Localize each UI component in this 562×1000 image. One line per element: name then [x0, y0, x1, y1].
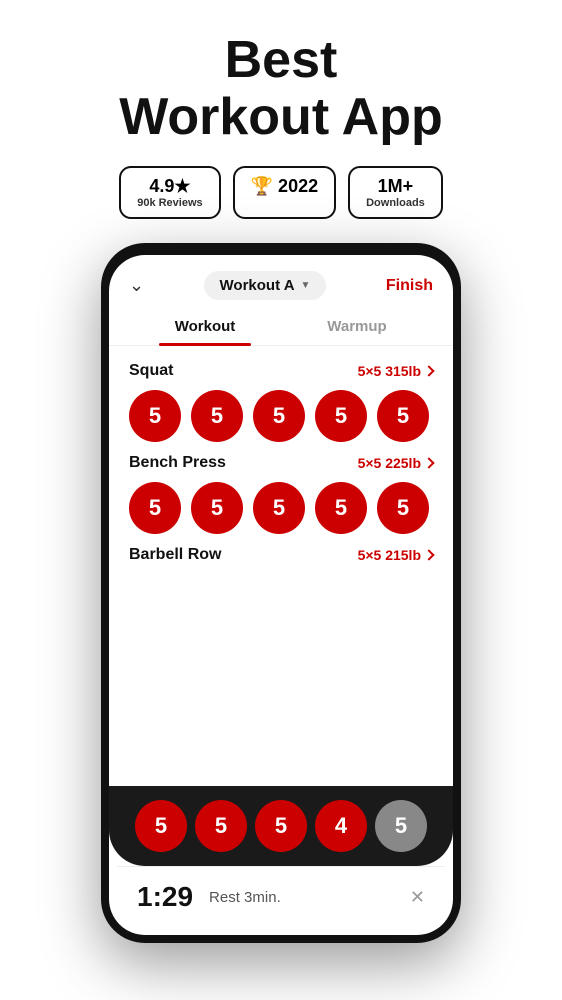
barbell-set-2[interactable]: 5	[195, 800, 247, 852]
phone-mockup: ⌄ Workout A ▼ Finish Workout Warmup	[101, 243, 461, 943]
tab-warmup[interactable]: Warmup	[281, 308, 433, 345]
barbell-name: Barbell Row	[129, 546, 221, 564]
exercise-squat: Squat 5×5 315lb 5 5 5 5 5	[109, 362, 453, 454]
bench-set-1[interactable]: 5	[129, 482, 181, 534]
tab-workout[interactable]: Workout	[129, 308, 281, 345]
rating-sub: 90k Reviews	[137, 197, 202, 209]
rest-close-button[interactable]: ✕	[410, 887, 425, 908]
bench-set-3[interactable]: 5	[253, 482, 305, 534]
tabs-row: Workout Warmup	[109, 308, 453, 346]
workout-selector[interactable]: Workout A ▼	[204, 271, 327, 300]
squat-set-5[interactable]: 5	[377, 390, 429, 442]
barbell-set-1[interactable]: 5	[135, 800, 187, 852]
squat-set-2[interactable]: 5	[191, 390, 243, 442]
bench-set-5[interactable]: 5	[377, 482, 429, 534]
rating-badge: 4.9★ 90k Reviews	[119, 166, 220, 219]
workout-name: Workout A	[220, 277, 295, 294]
barbell-set-4[interactable]: 4	[315, 800, 367, 852]
bench-header: Bench Press 5×5 225lb	[129, 454, 433, 472]
barbell-arrow-icon	[423, 550, 434, 561]
app-top-bar: ⌄ Workout A ▼ Finish	[109, 255, 453, 308]
squat-sets-label: 5×5 315lb	[358, 363, 433, 379]
rating-value: 4.9★	[137, 176, 202, 197]
main-title: BestWorkout App	[119, 32, 443, 146]
exercise-bench-press: Bench Press 5×5 225lb 5 5 5 5 5	[109, 454, 453, 546]
downloads-badge: 1M+ Downloads	[348, 166, 443, 219]
exercise-list: Squat 5×5 315lb 5 5 5 5 5	[109, 354, 453, 786]
squat-name: Squat	[129, 362, 173, 380]
barbell-sets-label: 5×5 215lb	[358, 547, 433, 563]
squat-arrow-icon	[423, 366, 434, 377]
downloads-value: 1M+	[366, 176, 425, 197]
exercise-barbell-row: Barbell Row 5×5 215lb	[109, 546, 453, 586]
barbell-set-3[interactable]: 5	[255, 800, 307, 852]
bench-name: Bench Press	[129, 454, 226, 472]
back-chevron-icon[interactable]: ⌄	[129, 275, 144, 296]
phone-screen: ⌄ Workout A ▼ Finish Workout Warmup	[109, 255, 453, 935]
bench-arrow-icon	[423, 458, 434, 469]
barbell-header: Barbell Row 5×5 215lb	[129, 546, 433, 564]
bench-sets-row: 5 5 5 5 5	[129, 482, 433, 534]
badges-row: 4.9★ 90k Reviews 🏆 2022 1M+ Downloads	[119, 166, 443, 219]
rest-time-display: 1:29	[137, 881, 193, 913]
bottom-sets-bar: 5 5 5 4 5	[109, 786, 453, 866]
award-value: 🏆 2022	[251, 176, 318, 197]
bench-set-4[interactable]: 5	[315, 482, 367, 534]
squat-set-4[interactable]: 5	[315, 390, 367, 442]
barbell-set-5[interactable]: 5	[375, 800, 427, 852]
squat-set-3[interactable]: 5	[253, 390, 305, 442]
award-badge: 🏆 2022	[233, 166, 336, 219]
pill-arrow-icon: ▼	[301, 280, 311, 291]
bench-set-2[interactable]: 5	[191, 482, 243, 534]
finish-button[interactable]: Finish	[386, 277, 433, 295]
rest-label-text: Rest 3min.	[209, 889, 394, 906]
squat-header: Squat 5×5 315lb	[129, 362, 433, 380]
downloads-sub: Downloads	[366, 197, 425, 209]
rest-timer-bar: 1:29 Rest 3min. ✕	[117, 866, 445, 927]
app-header-section: BestWorkout App	[99, 0, 463, 166]
bench-sets-label: 5×5 225lb	[358, 455, 433, 471]
squat-sets-row: 5 5 5 5 5	[129, 390, 433, 442]
squat-set-1[interactable]: 5	[129, 390, 181, 442]
phone-frame: ⌄ Workout A ▼ Finish Workout Warmup	[101, 243, 461, 943]
